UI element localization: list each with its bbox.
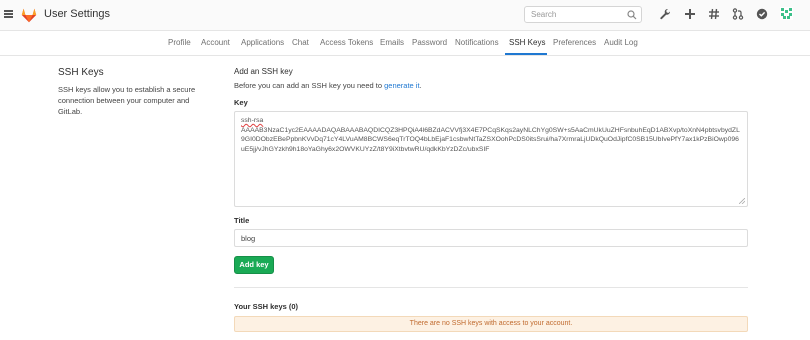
gitlab-logo[interactable] <box>20 6 38 24</box>
divider <box>234 287 748 288</box>
section-description: SSH keys allow you to establish a secure… <box>58 85 196 116</box>
tab-ssh-keys[interactable]: SSH Keys <box>509 38 545 47</box>
avatar[interactable] <box>780 7 793 20</box>
tab-password[interactable]: Password <box>412 38 447 47</box>
tab-notifications[interactable]: Notifications <box>455 38 499 47</box>
menu-icon[interactable] <box>4 10 13 18</box>
intro-text: Before you can add an SSH key you need t… <box>234 81 385 90</box>
key-type-text: ssh-rsa <box>241 116 741 126</box>
tab-applications[interactable]: Applications <box>241 38 284 47</box>
tab-access-tokens[interactable]: Access Tokens <box>320 38 373 47</box>
section-title: SSH Keys <box>58 67 104 78</box>
tab-preferences[interactable]: Preferences <box>553 38 596 47</box>
search-icon <box>627 10 637 20</box>
plus-icon[interactable] <box>684 8 696 20</box>
issues-icon[interactable] <box>756 8 768 20</box>
add-key-button[interactable]: Add key <box>234 256 274 274</box>
add-key-intro: Before you can add an SSH key you need t… <box>234 81 422 90</box>
active-tab-indicator <box>505 53 547 55</box>
empty-keys-notice: There are no SSH keys with access to you… <box>234 316 748 332</box>
settings-tabs: Profile Account Applications Chat Access… <box>0 31 810 56</box>
intro-suffix: . <box>419 81 422 90</box>
key-textarea[interactable]: ssh-rsa AAAAB3NzaC1yc2EAAAADAQABAAABAQDI… <box>234 111 748 207</box>
tab-emails[interactable]: Emails <box>380 38 404 47</box>
add-key-heading: Add an SSH key <box>234 67 293 76</box>
key-label: Key <box>234 98 248 107</box>
generate-link[interactable]: generate it <box>384 81 419 90</box>
search-input[interactable]: Search <box>524 6 642 23</box>
tab-chat[interactable]: Chat <box>292 38 309 47</box>
title-input[interactable]: blog <box>234 229 748 247</box>
your-keys-heading: Your SSH keys (0) <box>234 302 299 311</box>
wrench-icon[interactable] <box>659 8 671 20</box>
title-label: Title <box>234 216 250 225</box>
tab-audit-log[interactable]: Audit Log <box>604 38 638 47</box>
key-type: ssh-rsa <box>241 117 264 124</box>
resize-handle-icon[interactable] <box>739 198 745 204</box>
search-placeholder: Search <box>531 10 557 19</box>
hash-icon[interactable] <box>708 8 720 20</box>
page-title: User Settings <box>44 8 111 20</box>
merge-request-icon[interactable] <box>732 8 744 20</box>
tab-profile[interactable]: Profile <box>168 38 191 47</box>
top-navbar: User Settings Search <box>0 0 810 31</box>
key-body-text: AAAAB3NzaC1yc2EAAAADAQABAAABAQDICQZ3HPQi… <box>241 126 740 153</box>
tab-account[interactable]: Account <box>201 38 230 47</box>
